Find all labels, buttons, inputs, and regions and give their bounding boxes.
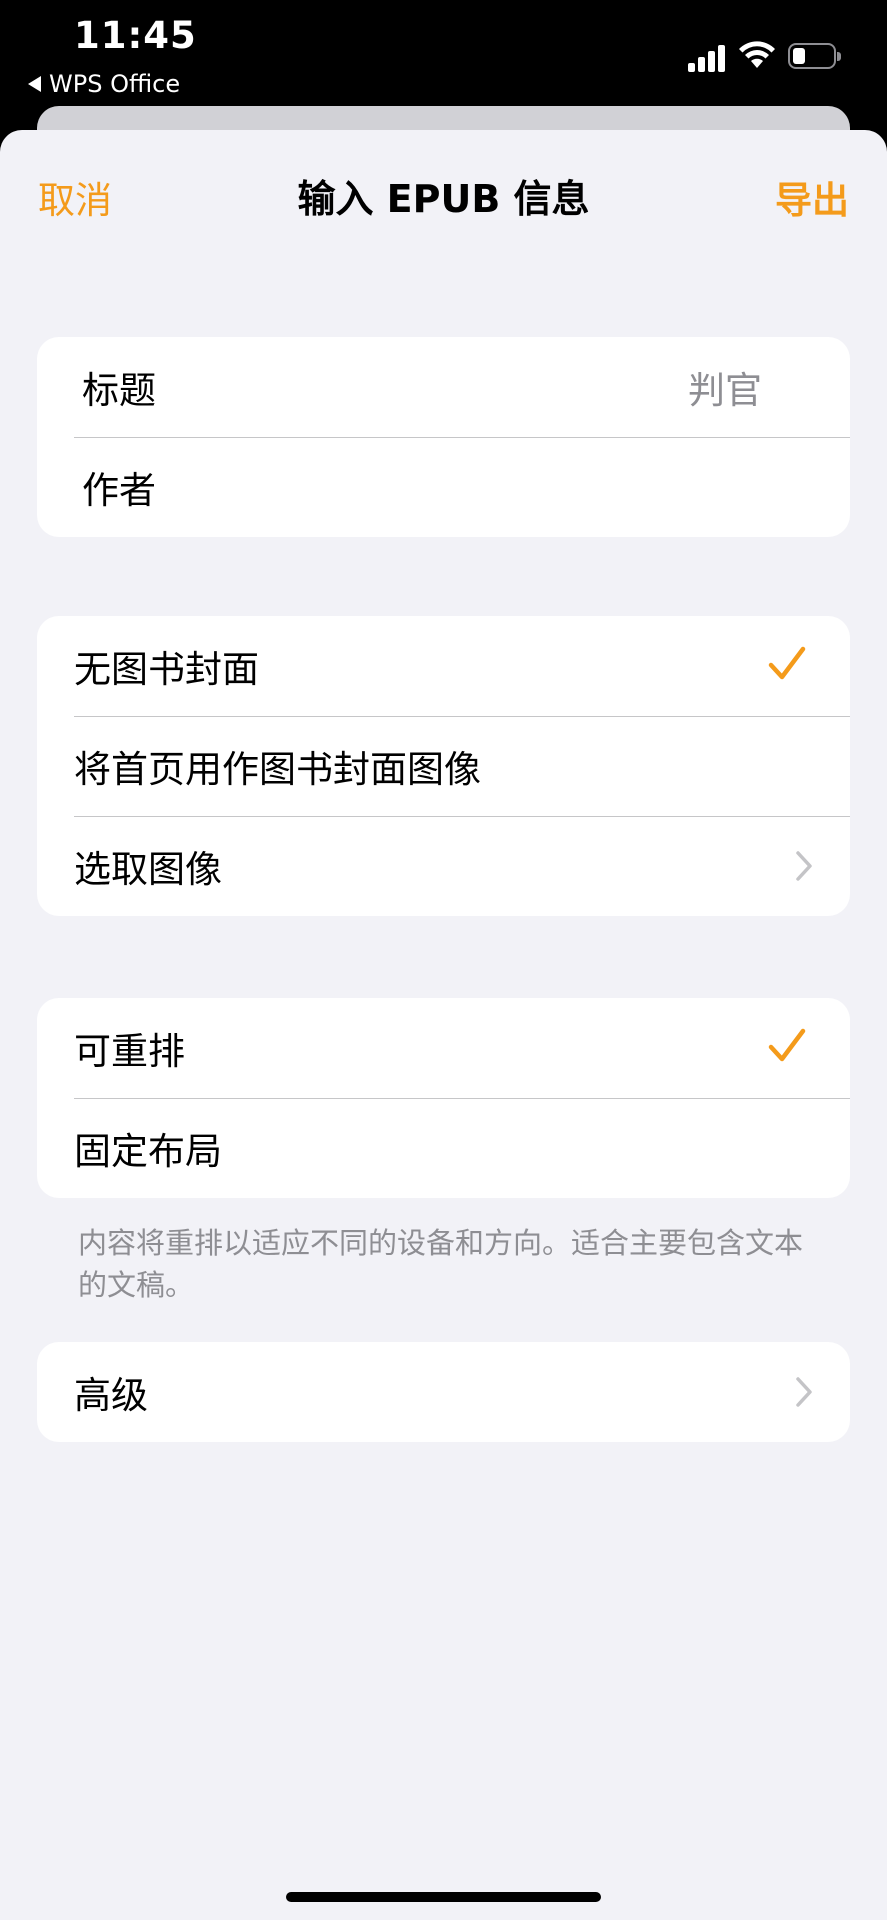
page-title: 输入 EPUB 信息 xyxy=(297,177,590,221)
checkmark-icon xyxy=(768,646,806,680)
advanced-label: 高级 xyxy=(74,1374,148,1417)
cover-option-label: 选取图像 xyxy=(74,848,222,891)
layout-option-label: 固定布局 xyxy=(74,1130,222,1173)
back-app-label: WPS Office xyxy=(49,70,181,98)
chevron-right-icon xyxy=(796,1377,812,1407)
layout-description: 内容将重排以适应不同的设备和方向。适合主要包含文本的文稿。 xyxy=(78,1226,804,1302)
battery-icon xyxy=(788,43,841,69)
layout-option-label: 可重排 xyxy=(74,1030,185,1073)
advanced-row[interactable]: 高级 xyxy=(37,1342,850,1442)
title-field-row[interactable]: 标题 判官 xyxy=(37,337,850,437)
cover-option-first-page[interactable]: 将首页用作图书封面图像 xyxy=(37,716,850,816)
layout-option-reflowable[interactable]: 可重排 xyxy=(37,998,850,1098)
title-field-value[interactable]: 判官 xyxy=(688,360,762,414)
author-field-label: 作者 xyxy=(82,469,156,512)
home-indicator[interactable] xyxy=(286,1892,601,1902)
wifi-icon xyxy=(739,41,775,68)
advanced-group: 高级 xyxy=(37,1342,850,1442)
author-field-row[interactable]: 作者 xyxy=(37,437,850,537)
title-field-label: 标题 xyxy=(82,369,156,412)
cover-option-label: 无图书封面 xyxy=(74,648,259,691)
metadata-group: 标题 判官 作者 xyxy=(37,337,850,537)
cellular-signal-icon xyxy=(688,42,726,72)
layout-options-group: 可重排 固定布局 xyxy=(37,998,850,1198)
navigation-bar: 取消 输入 EPUB 信息 导出 xyxy=(0,130,887,258)
cover-option-choose-image[interactable]: 选取图像 xyxy=(37,816,850,916)
cover-option-none[interactable]: 无图书封面 xyxy=(37,616,850,716)
cover-option-label: 将首页用作图书封面图像 xyxy=(74,748,481,791)
checkmark-icon xyxy=(768,1028,806,1062)
chevron-right-icon xyxy=(796,851,812,881)
export-button[interactable]: 导出 xyxy=(775,170,849,224)
back-triangle-icon xyxy=(28,76,41,92)
layout-option-fixed[interactable]: 固定布局 xyxy=(37,1098,850,1198)
back-to-app-link[interactable]: WPS Office xyxy=(28,70,180,98)
epub-info-sheet: 取消 输入 EPUB 信息 导出 标题 判官 作者 无图书封面 将首页用作图书封… xyxy=(0,130,887,1920)
cover-options-group: 无图书封面 将首页用作图书封面图像 选取图像 xyxy=(37,616,850,916)
status-time: 11:45 xyxy=(74,14,197,57)
